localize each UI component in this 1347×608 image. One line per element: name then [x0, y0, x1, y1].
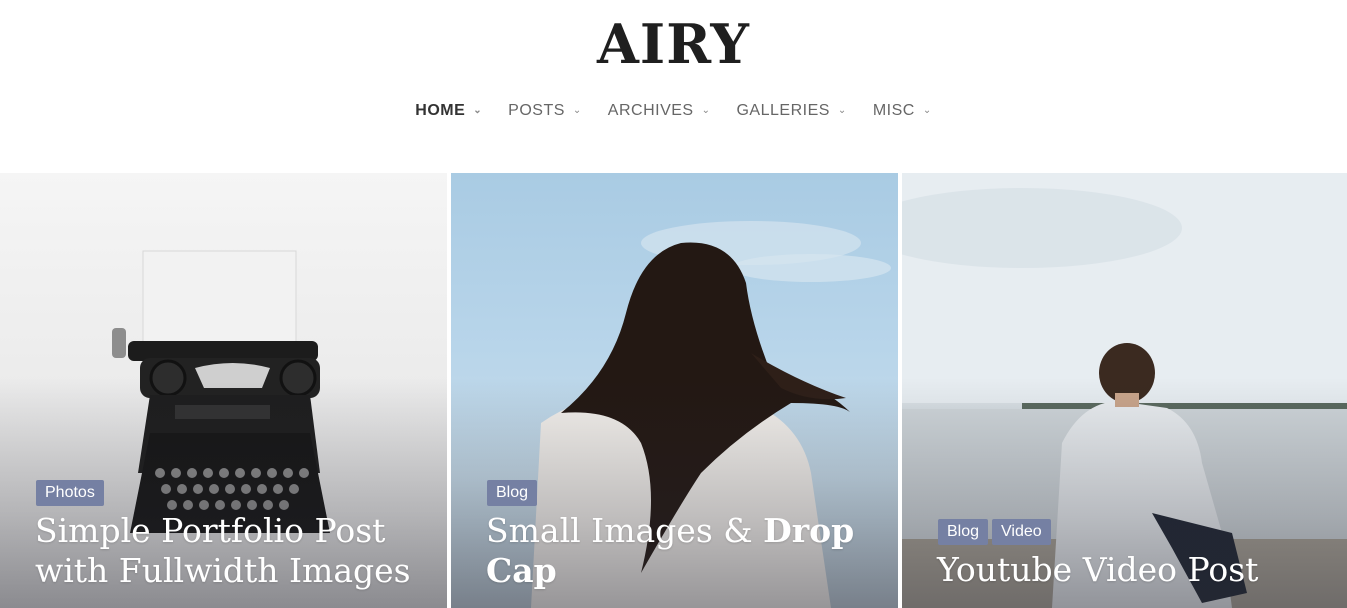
chevron-down-icon: ⌄	[572, 104, 582, 116]
chevron-down-icon: ⌄	[837, 104, 847, 116]
post-card-youtube[interactable]: Blog Video Youtube Video Post	[902, 173, 1347, 608]
post-card-small-images[interactable]: Blog Small Images & Drop Cap	[451, 173, 898, 608]
nav-item-label: ARCHIVES	[607, 102, 694, 119]
nav-item-archives[interactable]: ARCHIVES ⌄	[608, 100, 711, 122]
nav-item-label: HOME	[415, 102, 466, 119]
chevron-down-icon: ⌄	[701, 104, 711, 116]
post-tags: Photos	[36, 480, 104, 506]
post-title[interactable]: Simple Portfolio Post with Fullwidth Ima…	[35, 511, 417, 591]
tag-badge[interactable]: Blog	[938, 519, 989, 545]
nav-item-misc[interactable]: MISC ⌄	[873, 100, 932, 122]
post-tags: Blog Video	[938, 519, 1051, 545]
tag-badge[interactable]: Blog	[487, 480, 538, 506]
nav-item-label: POSTS	[508, 102, 565, 119]
chevron-down-icon: ⌄	[922, 104, 932, 116]
post-card-portfolio[interactable]: Photos Simple Portfolio Post with Fullwi…	[0, 173, 447, 608]
post-title[interactable]: Youtube Video Post	[937, 550, 1317, 590]
nav-item-label: GALLERIES	[736, 102, 830, 119]
tag-badge[interactable]: Video	[992, 519, 1051, 545]
chevron-down-icon: ⌄	[473, 104, 483, 116]
post-title-regular: Small Images &	[486, 511, 764, 550]
tag-badge[interactable]: Photos	[36, 480, 104, 506]
nav-item-label: MISC	[872, 102, 915, 119]
site-logo[interactable]: AIRY	[0, 12, 1347, 76]
nav-item-galleries[interactable]: GALLERIES ⌄	[736, 100, 846, 122]
post-tags: Blog	[487, 480, 538, 506]
post-title[interactable]: Small Images & Drop Cap	[486, 511, 868, 591]
post-grid: Photos Simple Portfolio Post with Fullwi…	[0, 173, 1347, 608]
site-header: AIRY HOME ⌄ POSTS ⌄ ARCHIVES ⌄ GALLERIES…	[0, 0, 1347, 172]
nav-item-posts[interactable]: POSTS ⌄	[508, 100, 582, 122]
nav-item-home[interactable]: HOME ⌄	[415, 100, 482, 122]
main-nav: HOME ⌄ POSTS ⌄ ARCHIVES ⌄ GALLERIES ⌄ MI…	[0, 100, 1347, 122]
